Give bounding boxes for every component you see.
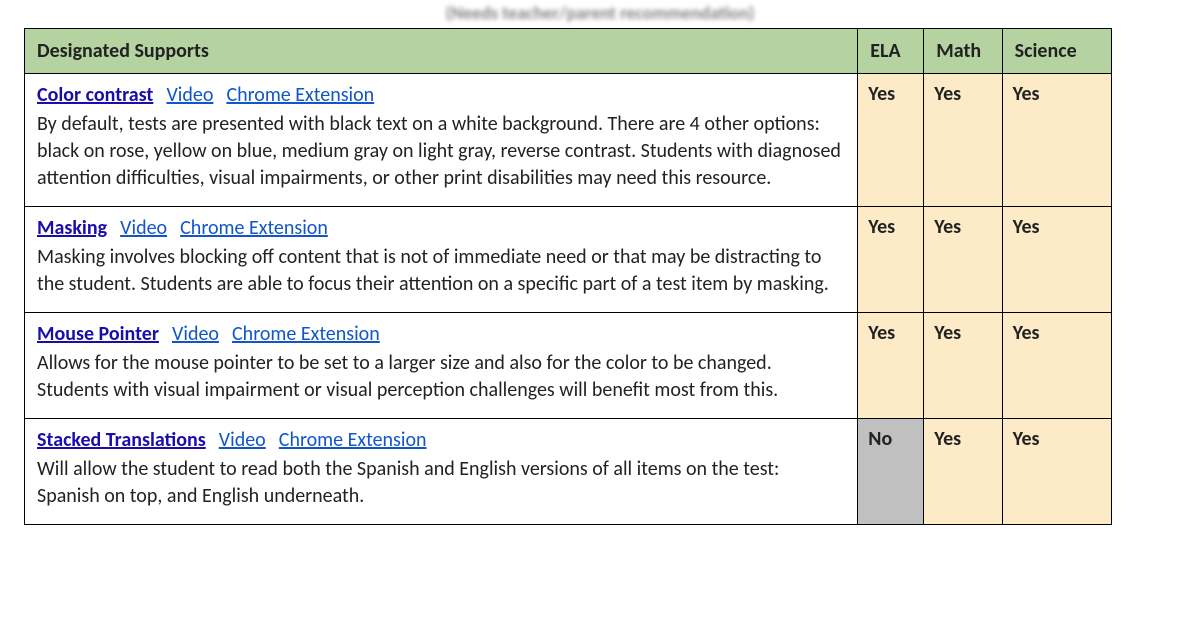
support-title-link[interactable]: Masking (37, 216, 107, 240)
header-science: Science (1002, 29, 1111, 74)
support-description: Allows for the mouse pointer to be set t… (37, 350, 845, 404)
supports-table: Designated Supports ELA Math Science Col… (24, 28, 1112, 525)
table-row: Masking Video Chrome Extension Masking i… (25, 207, 1112, 313)
page-subtitle: (Needs teacher/parent recommendation) (0, 0, 1200, 28)
chrome-extension-link[interactable]: Chrome Extension (279, 428, 427, 452)
header-math: Math (924, 29, 1002, 74)
cell-science: Yes (1002, 419, 1111, 525)
support-description: Masking involves blocking off content th… (37, 244, 845, 298)
table-row: Stacked Translations Video Chrome Extens… (25, 419, 1112, 525)
cell-math: Yes (924, 207, 1002, 313)
chrome-extension-link[interactable]: Chrome Extension (232, 322, 380, 346)
cell-ela: Yes (858, 313, 924, 419)
video-link[interactable]: Video (166, 83, 213, 107)
header-designated-supports: Designated Supports (25, 29, 858, 74)
support-description: By default, tests are presented with bla… (37, 111, 845, 192)
cell-ela: Yes (858, 74, 924, 207)
cell-ela: Yes (858, 207, 924, 313)
table-row: Mouse Pointer Video Chrome Extension All… (25, 313, 1112, 419)
support-title-link[interactable]: Color contrast (37, 83, 153, 107)
table-header-row: Designated Supports ELA Math Science (25, 29, 1112, 74)
video-link[interactable]: Video (219, 428, 266, 452)
chrome-extension-link[interactable]: Chrome Extension (226, 83, 374, 107)
cell-math: Yes (924, 419, 1002, 525)
video-link[interactable]: Video (120, 216, 167, 240)
cell-ela: No (858, 419, 924, 525)
cell-science: Yes (1002, 207, 1111, 313)
cell-math: Yes (924, 313, 1002, 419)
table-row: Color contrast Video Chrome Extension By… (25, 74, 1112, 207)
cell-science: Yes (1002, 74, 1111, 207)
chrome-extension-link[interactable]: Chrome Extension (180, 216, 328, 240)
support-title-link[interactable]: Mouse Pointer (37, 322, 159, 346)
video-link[interactable]: Video (172, 322, 219, 346)
support-title-link[interactable]: Stacked Translations (37, 428, 206, 452)
header-ela: ELA (858, 29, 924, 74)
cell-math: Yes (924, 74, 1002, 207)
cell-science: Yes (1002, 313, 1111, 419)
support-description: Will allow the student to read both the … (37, 456, 845, 510)
